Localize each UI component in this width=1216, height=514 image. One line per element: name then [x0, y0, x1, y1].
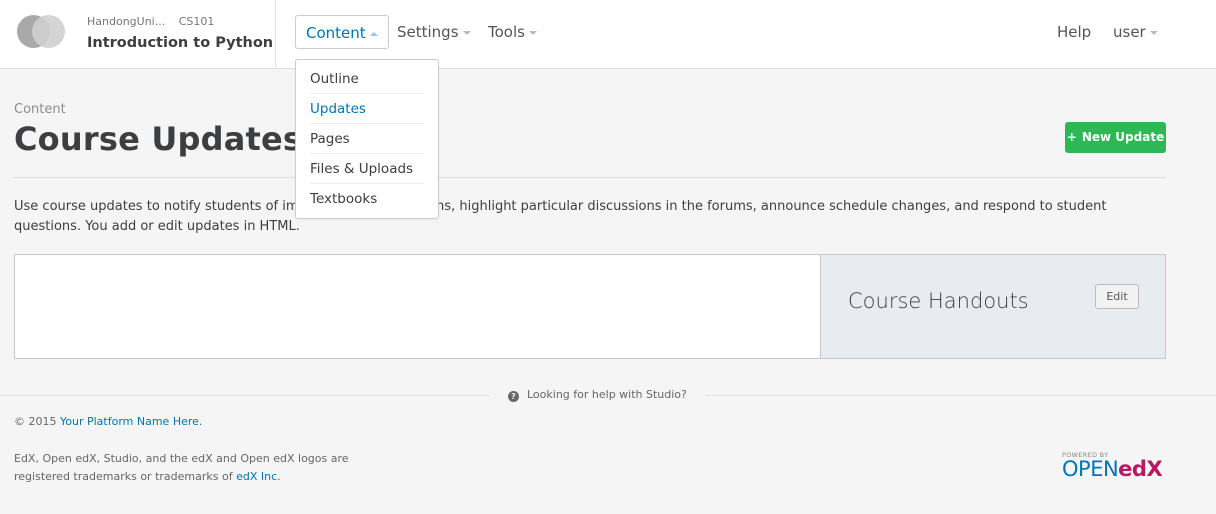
legal-text: EdX, Open edX, Studio, and the edX and O…	[14, 452, 349, 483]
new-update-button[interactable]: + New Update	[1065, 122, 1166, 153]
caret-down-icon	[462, 30, 471, 35]
new-update-label: New Update	[1081, 130, 1165, 144]
intro-text: Use course updates to notify students of…	[14, 199, 1107, 234]
nav-tools-label: Tools	[488, 23, 525, 41]
menu-item-pages[interactable]: Pages	[310, 124, 424, 154]
course-info[interactable]: HandongUni... CS101 Introduction to Pyth…	[87, 15, 273, 51]
nav-content-menu[interactable]: Content	[295, 15, 389, 49]
nav-settings-menu[interactable]: Settings	[387, 15, 481, 49]
nav-user-menu[interactable]: user	[1103, 15, 1168, 49]
edit-handouts-button[interactable]: Edit	[1095, 284, 1139, 309]
course-handouts-panel: Course Handouts Edit	[820, 254, 1166, 359]
logo-circle-right	[32, 15, 65, 48]
question-circle-icon: ?	[508, 391, 519, 402]
nav-content-label: Content	[306, 24, 366, 42]
nav-tools-menu[interactable]: Tools	[478, 15, 547, 49]
header-divider	[275, 0, 276, 69]
edx-wordmark: edX	[1118, 457, 1163, 481]
course-number: CS101	[178, 15, 215, 28]
studio-header: HandongUni... CS101 Introduction to Pyth…	[0, 0, 1216, 69]
open-edx-wordmark: OPENedX	[1062, 457, 1163, 481]
course-updates-list	[14, 254, 821, 359]
page-title: Course Updates	[14, 120, 303, 158]
legal-notice: EdX, Open edX, Studio, and the edX and O…	[14, 450, 394, 486]
studio-logo[interactable]	[17, 15, 65, 48]
copyright: © 2015 Your Platform Name Here.	[14, 415, 202, 428]
nav-user-label: user	[1113, 23, 1146, 41]
nav-help-link[interactable]: Help	[1047, 15, 1101, 49]
menu-item-files-uploads[interactable]: Files & Uploads	[310, 154, 424, 184]
studio-help-link[interactable]: ? Looking for help with Studio?	[490, 385, 705, 405]
menu-item-textbooks[interactable]: Textbooks	[310, 184, 424, 214]
menu-item-outline[interactable]: Outline	[310, 64, 424, 94]
page-subtitle: Content	[14, 102, 66, 117]
plus-icon: +	[1066, 130, 1077, 144]
edx-inc-link[interactable]: edX Inc.	[236, 470, 281, 483]
platform-name-link[interactable]: Your Platform Name Here.	[60, 415, 202, 428]
caret-down-icon	[1149, 30, 1158, 35]
copyright-year: © 2015	[14, 415, 57, 428]
caret-down-icon	[528, 30, 537, 35]
handouts-title: Course Handouts	[848, 289, 1029, 313]
powered-by-open-edx-logo[interactable]: POWERED BY OPENedX	[1062, 451, 1163, 481]
course-org: HandongUni...	[87, 15, 166, 28]
open-wordmark: OPEN	[1062, 457, 1119, 481]
title-divider	[14, 177, 1166, 178]
caret-up-icon	[369, 31, 378, 36]
course-title: Introduction to Python	[87, 35, 274, 51]
menu-item-updates[interactable]: Updates	[310, 94, 424, 124]
content-dropdown-menu: Outline Updates Pages Files & Uploads Te…	[295, 59, 439, 219]
help-link-label: Looking for help with Studio?	[527, 388, 687, 401]
course-org-line: HandongUni... CS101	[87, 15, 273, 28]
nav-settings-label: Settings	[397, 23, 459, 41]
nav-help-label: Help	[1057, 23, 1092, 41]
